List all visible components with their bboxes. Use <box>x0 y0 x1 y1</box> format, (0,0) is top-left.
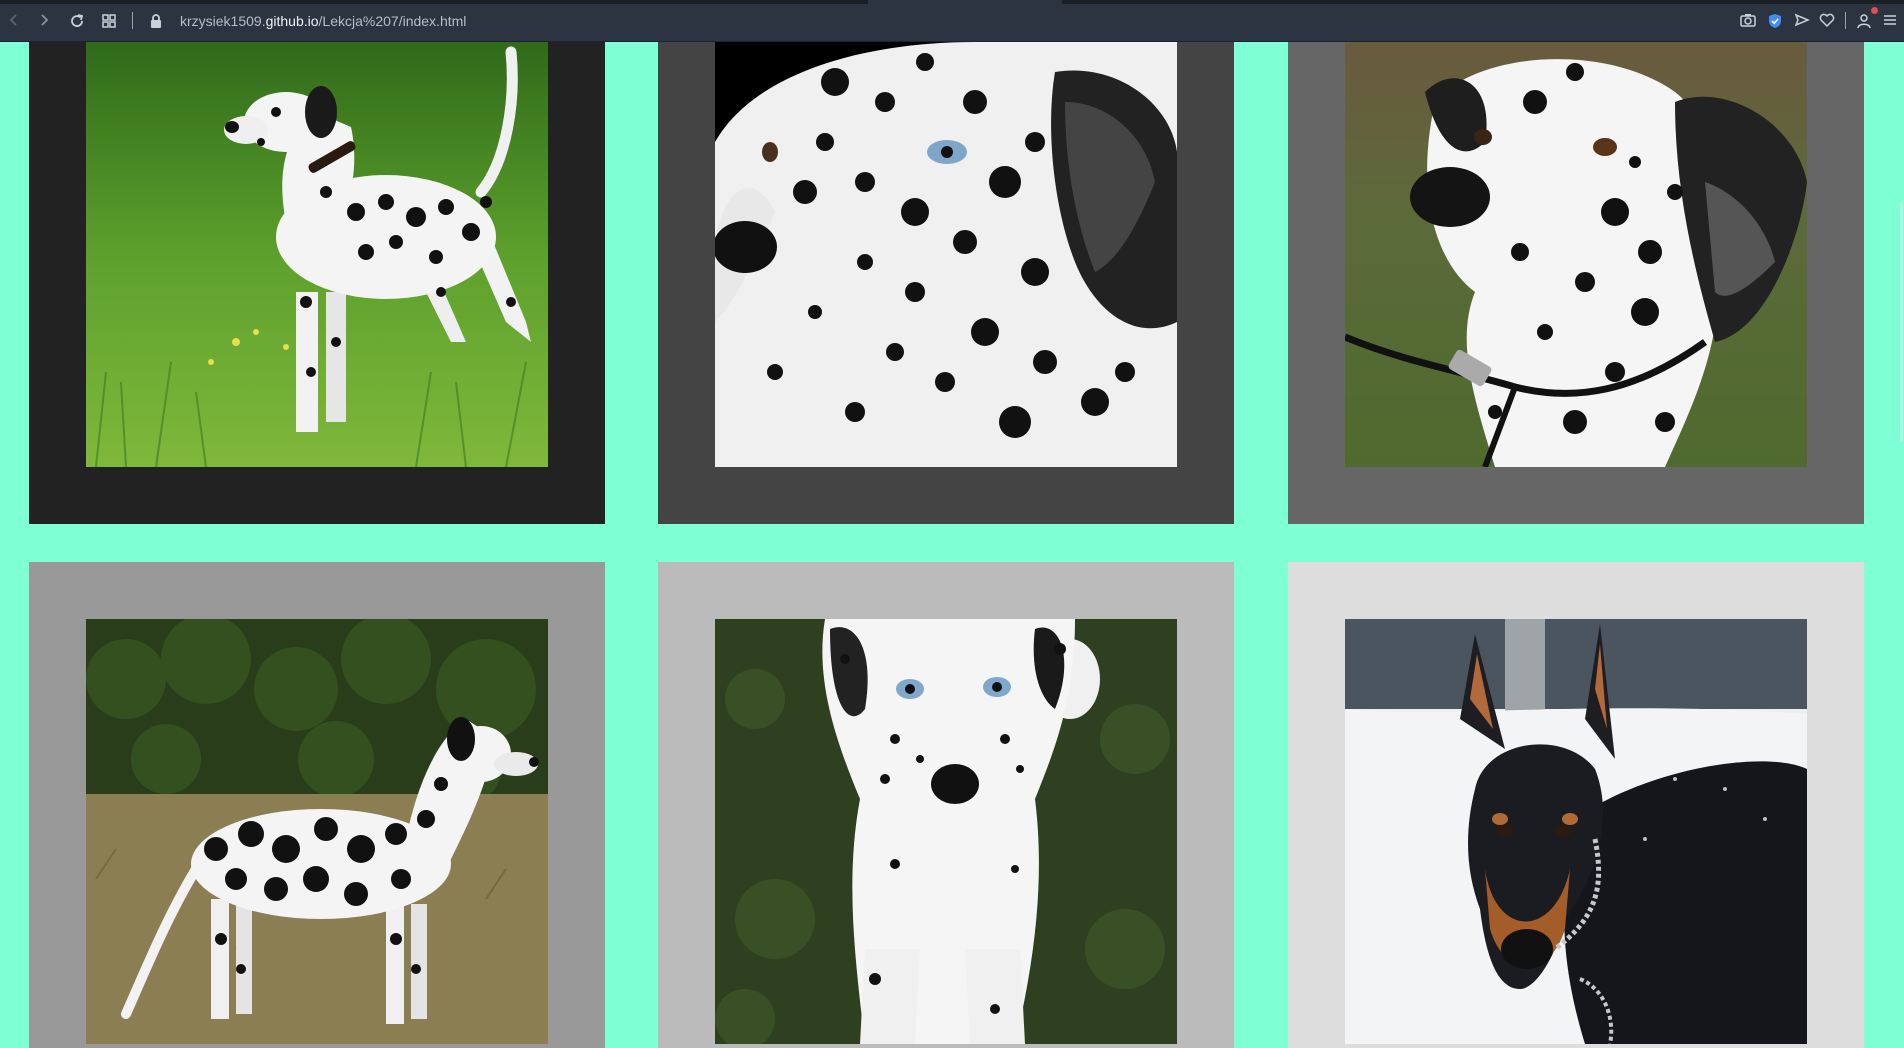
heart-icon[interactable] <box>1815 10 1839 32</box>
shield-icon[interactable] <box>1763 10 1787 32</box>
active-tab-indicator[interactable] <box>868 0 1062 5</box>
profile-icon[interactable] <box>1852 7 1878 32</box>
gallery-card-6 <box>1288 562 1864 1048</box>
dalmatian-profile-illustration <box>86 619 548 1044</box>
gallery-card-3 <box>1288 42 1864 524</box>
dog-photo[interactable] <box>86 619 548 1048</box>
toolbar-divider <box>132 12 133 29</box>
lock-icon[interactable] <box>144 10 168 32</box>
url-path: /Lekcja%207/index.html <box>318 13 467 29</box>
scrollbar-thumb[interactable] <box>1900 202 1903 442</box>
dog-photo[interactable] <box>86 42 548 467</box>
gallery-card-5 <box>658 562 1234 1048</box>
tab-strip <box>0 0 1904 5</box>
forward-icon[interactable] <box>32 10 56 32</box>
dalmatian-leash-illustration <box>1345 42 1807 467</box>
tab-grid-icon[interactable] <box>97 10 121 32</box>
toolbar-divider <box>1845 12 1846 29</box>
dog-photo[interactable] <box>715 619 1177 1048</box>
page-scrollbar[interactable] <box>1898 42 1904 1048</box>
gallery-card-1 <box>29 42 605 524</box>
camera-icon[interactable] <box>1736 10 1760 32</box>
dog-photo[interactable] <box>1345 42 1807 467</box>
gallery-card-2 <box>658 42 1234 524</box>
dalmatian-puppy-illustration <box>715 619 1177 1044</box>
notification-dot <box>1871 7 1878 14</box>
browser-toolbar: krzysiek1509.github.io/Lekcja%207/index.… <box>0 0 1904 42</box>
url-prefix: krzysiek1509. <box>180 13 266 29</box>
doberman-snow-illustration <box>1345 619 1807 1044</box>
dalmatian-closeup-illustration <box>715 42 1177 467</box>
dog-photo[interactable] <box>715 42 1177 467</box>
reload-icon[interactable] <box>65 10 89 32</box>
url-domain: github.io <box>265 13 319 29</box>
gallery-card-4 <box>29 562 605 1048</box>
back-icon[interactable] <box>2 10 26 32</box>
menu-icon[interactable] <box>1878 10 1902 32</box>
address-bar[interactable]: krzysiek1509.github.io/Lekcja%207/index.… <box>180 12 466 30</box>
send-icon[interactable] <box>1790 10 1814 32</box>
dalmatian-standing-illustration <box>86 42 548 467</box>
dog-photo[interactable] <box>1345 619 1807 1048</box>
